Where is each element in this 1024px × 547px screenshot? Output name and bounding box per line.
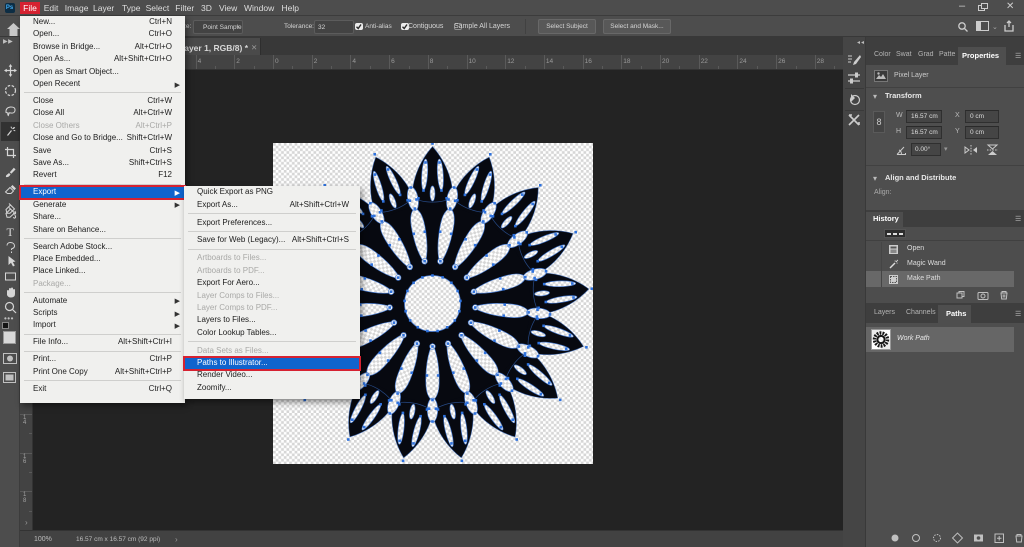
svg-text:T: T (6, 225, 14, 238)
